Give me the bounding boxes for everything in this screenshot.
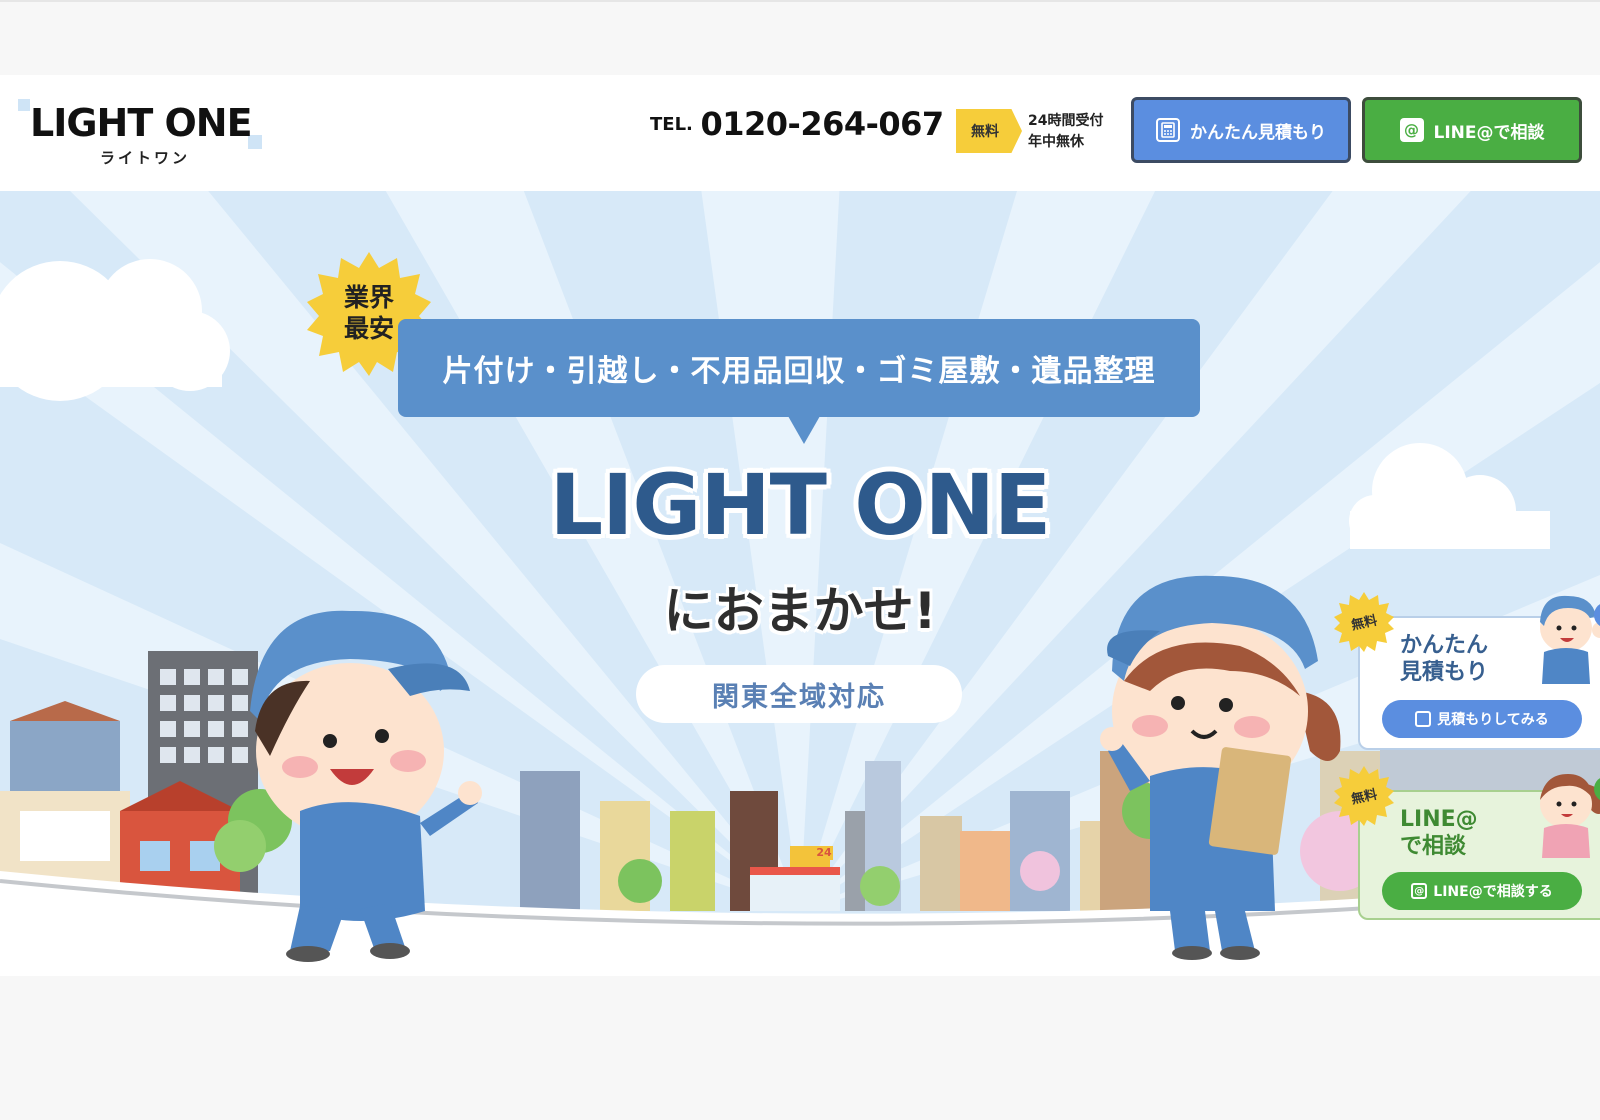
line-widget[interactable]: 無料 LINE@ で相談 × @ LINE@で相談する	[1334, 766, 1600, 920]
logo-wordmark: LIGHT ONE	[30, 101, 253, 145]
phone-number[interactable]: TEL. 0120-264-067	[650, 105, 944, 143]
service-area-pill: 関東全域対応	[636, 665, 962, 723]
bubble-tail	[788, 416, 820, 444]
tel-number: 0120-264-067	[700, 105, 944, 143]
mascot-girl-icon	[1540, 774, 1600, 858]
line-consult-widget-label: LINE@で相談する	[1433, 884, 1553, 900]
line-widget-title: LINE@ で相談	[1400, 806, 1478, 860]
quick-estimate-button[interactable]: かんたん見積もり	[1131, 97, 1351, 163]
site-logo[interactable]: LIGHT ONE ライトワン	[18, 99, 268, 177]
mascot-boy-icon	[1540, 595, 1600, 684]
calculator-icon	[1415, 711, 1432, 727]
services-bubble: 片付け・引越し・不用品回収・ゴミ屋敷・遺品整理	[398, 319, 1200, 417]
line-consult-label: LINE@で相談	[1433, 122, 1545, 143]
tel-prefix: TEL.	[650, 113, 693, 135]
skyline-left	[0, 651, 292, 911]
line-title-line-1: LINE@	[1400, 807, 1478, 832]
logo-accent	[18, 99, 30, 111]
quick-estimate-label: かんたん見積もり	[1190, 122, 1326, 143]
estimate-title-line-1: かんたん	[1400, 633, 1489, 658]
try-estimate-label: 見積もりしてみる	[1437, 712, 1549, 728]
estimate-widget[interactable]: 無料 かんたん 見積もり × 見積もりしてみる	[1334, 592, 1600, 750]
hours-line-2: 年中無休	[1028, 134, 1084, 150]
line-consult-button[interactable]: @ LINE@で相談	[1362, 97, 1582, 163]
site-header: LIGHT ONE ライトワン TEL. 0120-264-067 無料 24時…	[0, 75, 1600, 191]
estimate-widget-title: かんたん 見積もり	[1400, 632, 1488, 686]
hero-title: LIGHT ONE	[549, 456, 1052, 554]
hours-line-1: 24時間受付	[1028, 113, 1104, 129]
shop-24-sign: 24	[816, 846, 832, 859]
business-hours: 24時間受付 年中無休	[1028, 111, 1103, 153]
logo-kana: ライトワン	[100, 149, 191, 167]
free-badge: 無料	[1334, 766, 1394, 826]
line-at-icon: @	[1399, 118, 1424, 142]
calculator-icon	[1156, 118, 1180, 142]
line-title-line-2: で相談	[1400, 834, 1467, 859]
free-badge: 無料	[1334, 592, 1394, 652]
try-estimate-button[interactable]: 見積もりしてみる	[1382, 700, 1582, 738]
top-border	[0, 0, 1600, 2]
badge-line-1: 業界	[343, 283, 394, 312]
free-call-tag: 無料	[956, 109, 1022, 153]
line-consult-widget-button[interactable]: @ LINE@で相談する	[1382, 872, 1582, 910]
line-at-icon: @	[1411, 883, 1428, 899]
estimate-title-line-2: 見積もり	[1400, 660, 1489, 685]
